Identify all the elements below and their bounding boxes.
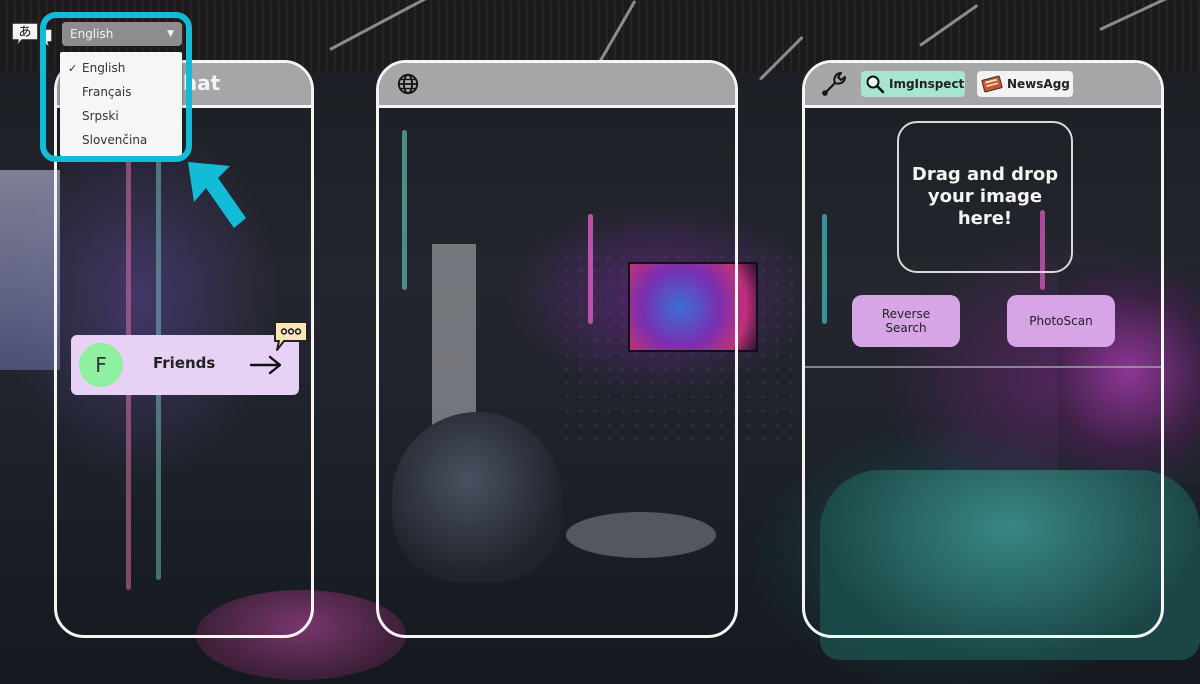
arrow-right-icon[interactable] (249, 353, 283, 377)
web-panel (376, 60, 738, 638)
language-icon-glyph: あ (18, 25, 31, 40)
friends-card[interactable]: F Friends (71, 335, 299, 395)
globe-icon[interactable] (397, 73, 419, 95)
avatar-initial: F (95, 353, 107, 377)
wall-art (0, 170, 60, 370)
web-panel-header (379, 63, 735, 108)
newspaper-icon (981, 75, 1003, 93)
divider (805, 366, 1161, 368)
magnifier-icon (866, 75, 885, 94)
tab-imginspect-label: ImgInspect (889, 77, 965, 91)
dropzone-text: Drag and drop your image here! (911, 164, 1059, 229)
tab-imginspect[interactable]: ImgInspect (861, 71, 965, 97)
avatar: F (79, 343, 123, 387)
image-dropzone[interactable]: Drag and drop your image here! (897, 121, 1073, 273)
tab-newsagg-label: NewsAgg (1007, 77, 1070, 91)
photoscan-label: PhotoScan (1029, 314, 1093, 328)
tools-panel: ImgInspect NewsAgg Drag and drop your im… (802, 60, 1164, 638)
pointer-arrow-icon (188, 162, 246, 228)
tab-newsagg[interactable]: NewsAgg (977, 71, 1073, 97)
tools-panel-header: ImgInspect NewsAgg (805, 63, 1161, 108)
friends-label: Friends (153, 354, 216, 372)
reverse-search-button[interactable]: Reverse Search (852, 295, 960, 347)
photoscan-button[interactable]: PhotoScan (1007, 295, 1115, 347)
wrench-icon[interactable] (819, 69, 849, 99)
speech-bubble-icon[interactable] (272, 319, 310, 353)
highlight-box (40, 12, 192, 162)
reverse-search-label: Reverse Search (881, 307, 931, 335)
